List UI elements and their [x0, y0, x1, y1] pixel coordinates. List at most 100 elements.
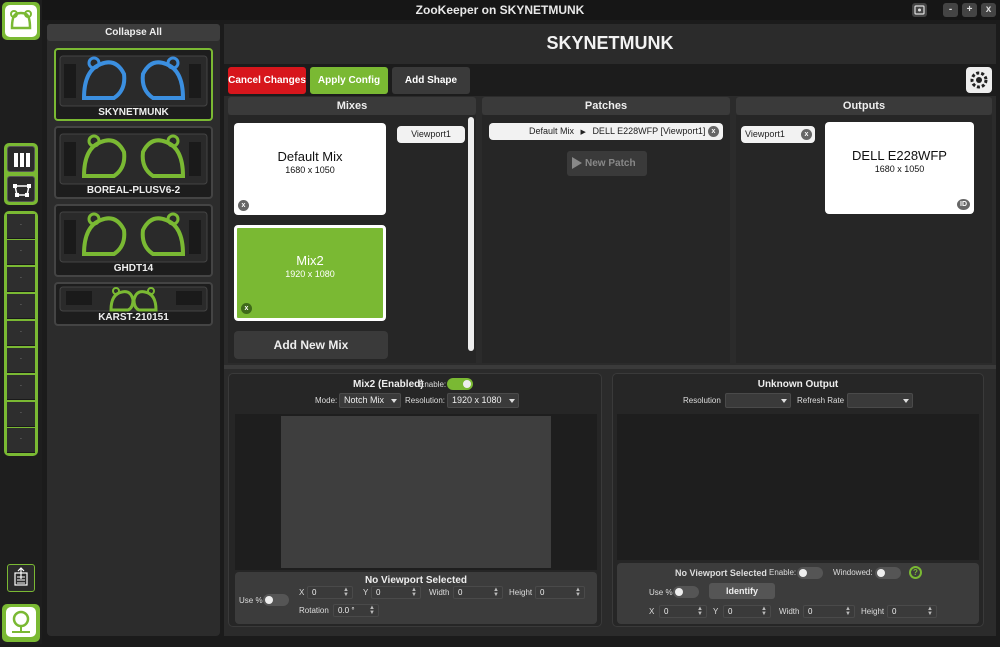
height-input[interactable]: 0 ▲ ▼: [535, 586, 585, 599]
collapse-all-button[interactable]: Collapse All: [47, 24, 220, 41]
output-width-input[interactable]: 0 ▲ ▼: [803, 605, 855, 618]
output-height-input[interactable]: 0 ▲ ▼: [887, 605, 937, 618]
rail-slot[interactable]: ·: [7, 267, 35, 292]
enable-label: Enable:: [419, 380, 447, 389]
output-width-value: 0: [808, 607, 813, 616]
refresh-rate-select[interactable]: [847, 393, 913, 408]
device-image-icon: [59, 211, 208, 263]
rail-slot[interactable]: ·: [7, 240, 35, 265]
help-icon[interactable]: ?: [909, 566, 922, 579]
rail-slot[interactable]: ·: [7, 348, 35, 373]
remove-viewport-button[interactable]: x: [801, 129, 812, 140]
splitter[interactable]: [224, 365, 996, 369]
identify-output-button[interactable]: ID: [957, 199, 970, 210]
x-input[interactable]: 0 ▲ ▼: [307, 586, 353, 599]
windowed-toggle[interactable]: [875, 567, 901, 579]
mixes-column: Default Mix 1680 x 1050 x Mix2 1920 x 10…: [228, 115, 476, 363]
upload-icon[interactable]: [7, 564, 35, 592]
device-name: SKYNETMUNK: [98, 107, 169, 118]
x-value: 0: [312, 588, 317, 597]
rail-slot[interactable]: ·: [7, 214, 35, 239]
gear-icon[interactable]: [966, 67, 992, 93]
minimize-button[interactable]: -: [943, 3, 958, 17]
device-panel: Collapse All SKYNETMUNK BOREAL-PLUSV6-2: [47, 24, 220, 636]
device-card-karst[interactable]: KARST-210151: [54, 282, 213, 326]
mix-card-mix2[interactable]: Mix2 1920 x 1080 x: [234, 225, 386, 321]
remove-mix-button[interactable]: x: [238, 200, 249, 211]
rail-slot[interactable]: ·: [7, 294, 35, 319]
device-image-icon: [59, 133, 208, 185]
device-name: BOREAL-PLUSV6-2: [86, 185, 181, 196]
cancel-changes-button[interactable]: Cancel Changes: [228, 67, 306, 94]
mix-editor: Mix2 (Enabled) Enable: Mode: Notch Mix R…: [228, 373, 602, 627]
mix-canvas[interactable]: [281, 416, 551, 568]
output-x-value: 0: [664, 607, 669, 616]
mix-preview[interactable]: [235, 414, 597, 570]
output-use-percent-label: Use %: [649, 588, 673, 597]
rotation-value: 0.0 °: [338, 606, 355, 615]
output-x-input[interactable]: 0 ▲ ▼: [659, 605, 707, 618]
mode-value: Notch Mix: [344, 395, 385, 405]
height-value: 0: [540, 588, 545, 597]
output-enable-toggle[interactable]: [797, 567, 823, 579]
remove-mix-button[interactable]: x: [241, 303, 252, 314]
device-card-skynetmunk[interactable]: SKYNETMUNK: [54, 48, 213, 121]
add-shape-button[interactable]: Add Shape: [392, 67, 470, 94]
mixes-header: Mixes: [228, 97, 476, 115]
apply-config-button[interactable]: Apply Config: [310, 67, 388, 94]
rail-slot[interactable]: ·: [7, 402, 35, 427]
output-resolution-label: Resolution: [683, 396, 721, 405]
app-logo-icon[interactable]: [2, 2, 40, 40]
output-viewport-pill[interactable]: Viewport1 x: [741, 126, 815, 143]
window-title: ZooKeeper on SKYNETMUNK: [415, 3, 585, 17]
outputs-column: Viewport1 x DELL E228WFP 1680 x 1050 ID: [736, 115, 992, 363]
mode-select[interactable]: Notch Mix: [339, 393, 401, 408]
rail-slot[interactable]: ·: [7, 428, 35, 453]
mix-card-default[interactable]: Default Mix 1680 x 1050 x: [234, 123, 386, 215]
main-panel: SKYNETMUNK Cancel Changes Apply Config A…: [224, 24, 996, 636]
use-percent-label: Use %: [239, 596, 263, 605]
maximize-button[interactable]: +: [962, 3, 977, 17]
output-card-dell[interactable]: DELL E228WFP 1680 x 1050 ID: [825, 122, 974, 214]
output-y-input[interactable]: 0 ▲ ▼: [723, 605, 771, 618]
rail-slot[interactable]: ·: [7, 321, 35, 346]
patch-row[interactable]: Default Mix ▶ DELL E228WFP [Viewport1] x: [489, 123, 723, 140]
resolution-value: 1920 x 1080: [452, 395, 502, 405]
mix-enable-toggle[interactable]: [447, 378, 473, 390]
mix-editor-title: Mix2 (Enabled): [353, 379, 424, 390]
remove-patch-button[interactable]: x: [708, 126, 719, 137]
rotation-label: Rotation: [299, 606, 329, 615]
y-label: Y: [363, 588, 369, 597]
y-input[interactable]: 0 ▲ ▼: [371, 586, 421, 599]
page-title: SKYNETMUNK: [546, 33, 674, 53]
mix-resolution: 1920 x 1080: [285, 269, 335, 279]
mix-name: Default Mix: [277, 149, 343, 164]
output-viewport-label: Viewport1: [745, 129, 785, 139]
patches-column: Default Mix ▶ DELL E228WFP [Viewport1] x…: [482, 115, 730, 363]
device-card-ghdt14[interactable]: GHDT14: [54, 204, 213, 277]
output-resolution-select[interactable]: [725, 393, 791, 408]
close-button[interactable]: x: [981, 3, 996, 17]
new-patch-button[interactable]: New Patch: [567, 151, 647, 176]
width-input[interactable]: 0 ▲ ▼: [453, 586, 503, 599]
resolution-label: Resolution:: [405, 396, 446, 405]
mixes-view-icon[interactable]: [7, 146, 35, 172]
rotation-input[interactable]: 0.0 ° ▲ ▼: [333, 604, 379, 617]
mix-resolution: 1680 x 1050: [285, 165, 335, 175]
device-card-boreal[interactable]: BOREAL-PLUSV6-2: [54, 126, 213, 199]
mixes-scrollbar[interactable]: [468, 117, 474, 351]
device-name: GHDT14: [113, 263, 154, 274]
add-new-mix-button[interactable]: Add New Mix: [234, 331, 388, 359]
network-logo-icon[interactable]: [2, 604, 40, 642]
mix-viewport-pill[interactable]: Viewport1: [397, 126, 465, 143]
resolution-select[interactable]: 1920 x 1080: [447, 393, 519, 408]
new-patch-label: New Patch: [585, 158, 636, 169]
shape-view-icon[interactable]: [7, 176, 35, 202]
viewport-properties: No Viewport Selected Use % X 0 ▲ ▼ Y 0 ▲ ▼ W…: [235, 572, 597, 624]
output-preview[interactable]: [617, 414, 979, 560]
screenshot-icon[interactable]: [912, 3, 927, 17]
use-percent-toggle[interactable]: [263, 594, 289, 606]
output-use-percent-toggle[interactable]: [673, 586, 699, 598]
rail-slot[interactable]: ·: [7, 375, 35, 400]
identify-button[interactable]: Identify: [709, 583, 775, 599]
